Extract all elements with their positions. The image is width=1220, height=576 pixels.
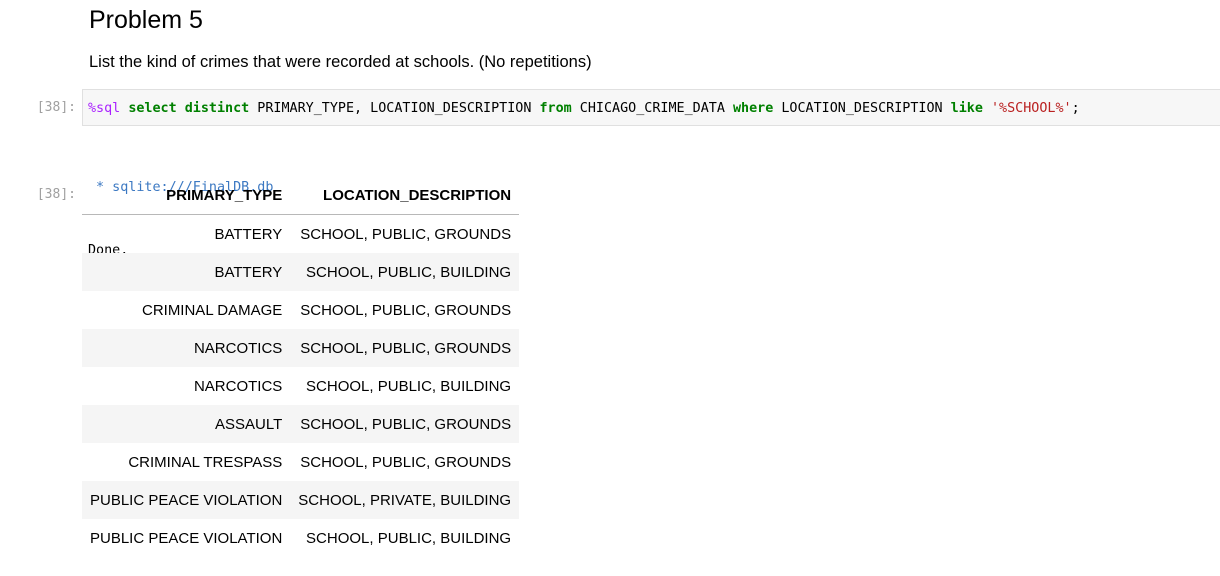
cell-primary-type: PUBLIC PEACE VIOLATION bbox=[90, 491, 283, 509]
cell-location-description: SCHOOL, PUBLIC, BUILDING bbox=[306, 377, 512, 395]
code-editor[interactable]: %sql select distinct PRIMARY_TYPE, LOCAT… bbox=[82, 89, 1220, 126]
sql-text: LOCATION_DESCRIPTION bbox=[773, 101, 951, 116]
table-row: PUBLIC PEACE VIOLATION SCHOOL, PUBLIC, BU… bbox=[82, 519, 519, 557]
table-row: NARCOTICS SCHOOL, PUBLIC, GROUNDS bbox=[82, 329, 520, 367]
table-header-row: PRIMARY_TYPE LOCATION_DESCRIPTION bbox=[82, 177, 520, 215]
table-row: BATTERY SCHOOL, PUBLIC, GROUNDS bbox=[82, 215, 519, 254]
cell-location-description: SCHOOL, PRIVATE, BUILDING bbox=[298, 491, 512, 509]
column-header-location-description: LOCATION_DESCRIPTION bbox=[290, 177, 520, 215]
table-row: PUBLIC PEACE VIOLATION SCHOOL, PRIVATE, B… bbox=[82, 481, 520, 519]
sql-keyword: where bbox=[732, 101, 774, 116]
table-row: CRIMINAL TRESPASS SCHOOL, PUBLIC, GROUNDS bbox=[82, 443, 519, 481]
cell-location-description: SCHOOL, PUBLIC, GROUNDS bbox=[300, 453, 512, 471]
sql-string-literal: '%SCHOOL%' bbox=[990, 101, 1072, 116]
cell-location-description: SCHOOL, PUBLIC, BUILDING bbox=[306, 263, 512, 281]
table-row: ASSAULT SCHOOL, PUBLIC, GROUNDS bbox=[82, 405, 520, 443]
cell-primary-type: ASSAULT bbox=[215, 415, 283, 433]
sql-query-tokens: select distinct PRIMARY_TYPE, LOCATION_D… bbox=[120, 101, 1079, 116]
table-row: NARCOTICS SCHOOL, PUBLIC, BUILDING bbox=[82, 367, 519, 405]
input-prompt: [38]: bbox=[36, 100, 76, 115]
sql-text: ; bbox=[1071, 101, 1080, 116]
table-row: CRIMINAL DAMAGE SCHOOL, PUBLIC, GROUNDS bbox=[82, 291, 519, 329]
table-row: BATTERY SCHOOL, PUBLIC, BUILDING bbox=[82, 253, 520, 291]
cell-primary-type: CRIMINAL TRESPASS bbox=[128, 453, 283, 471]
result-table: PRIMARY_TYPE LOCATION_DESCRIPTION BATTER… bbox=[82, 177, 520, 558]
sql-text: CHICAGO_CRIME_DATA bbox=[571, 101, 733, 116]
sql-text: PRIMARY_TYPE, LOCATION_DESCRIPTION bbox=[249, 101, 540, 116]
cell-location-description: SCHOOL, PUBLIC, GROUNDS bbox=[300, 339, 512, 357]
cell-primary-type: BATTERY bbox=[214, 225, 283, 243]
cell-primary-type: PUBLIC PEACE VIOLATION bbox=[90, 529, 283, 547]
sql-keyword: select bbox=[128, 101, 177, 116]
cell-primary-type: BATTERY bbox=[214, 263, 283, 281]
table-body: BATTERY SCHOOL, PUBLIC, GROUNDS BATTERY SCH… bbox=[82, 215, 520, 558]
cell-primary-type: NARCOTICS bbox=[193, 339, 283, 357]
cell-primary-type: CRIMINAL DAMAGE bbox=[141, 301, 283, 319]
problem-description: List the kind of crimes that were record… bbox=[89, 53, 592, 71]
cell-location-description: SCHOOL, PUBLIC, GROUNDS bbox=[300, 225, 512, 243]
sql-keyword: distinct bbox=[184, 101, 250, 116]
cell-location-description: SCHOOL, PUBLIC, GROUNDS bbox=[300, 301, 512, 319]
sql-keyword: from bbox=[539, 101, 572, 116]
cell-location-description: SCHOOL, PUBLIC, GROUNDS bbox=[300, 415, 512, 433]
problem-title: Problem 5 bbox=[89, 6, 203, 34]
cell-location-description: SCHOOL, PUBLIC, BUILDING bbox=[306, 529, 512, 547]
cell-primary-type: NARCOTICS bbox=[193, 377, 283, 395]
column-header-primary-type: PRIMARY_TYPE bbox=[82, 177, 291, 215]
sql-keyword: like bbox=[950, 101, 983, 116]
sql-code-line[interactable]: %sql select distinct PRIMARY_TYPE, LOCAT… bbox=[88, 101, 1080, 116]
sql-magic-token: %sql bbox=[88, 101, 121, 116]
output-prompt: [38]: bbox=[36, 187, 76, 202]
